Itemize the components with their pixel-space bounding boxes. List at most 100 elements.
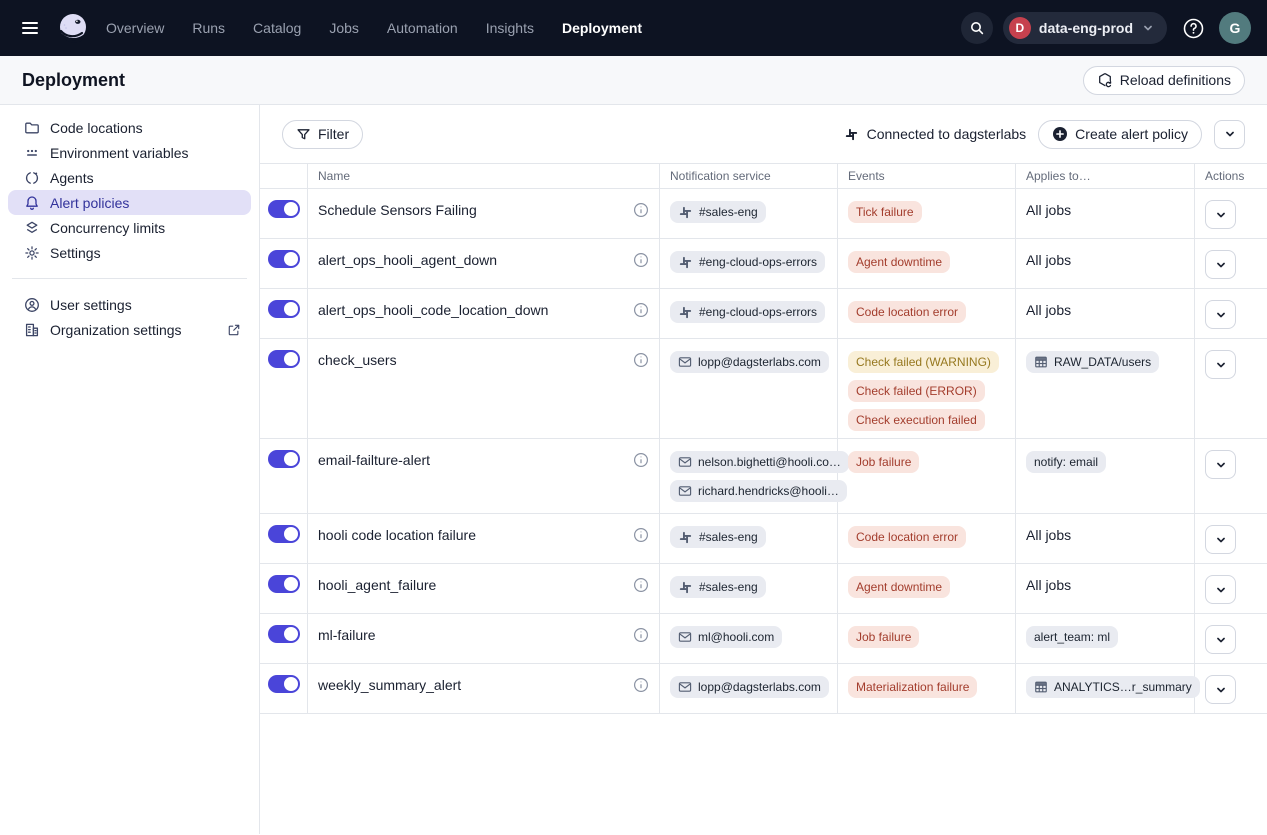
table-row: alert_ops_hooli_code_location_down #eng-… [260,289,1267,339]
info-icon[interactable] [633,527,649,543]
info-icon[interactable] [633,202,649,218]
toggle-cell [260,564,308,613]
toggle-knob [284,352,298,366]
notification-badge: nelson.bighetti@hooli.co… [670,451,849,473]
sidebar-item-alert-policies[interactable]: Alert policies [8,190,251,215]
notification-service-cell: #eng-cloud-ops-errors [660,239,838,288]
notification-service-cell: #sales-eng [660,514,838,563]
events-cell: Agent downtime [838,564,1016,613]
sidebar-item-label: User settings [50,297,132,313]
applies-to-cell: ANALYTICS…r_summary [1016,664,1195,713]
topnav-item-overview[interactable]: Overview [106,20,164,36]
filter-button[interactable]: Filter [282,120,363,149]
sidebar-item-user-settings[interactable]: User settings [8,292,251,317]
applies-to-cell: All jobs [1016,514,1195,563]
policy-enabled-toggle[interactable] [268,200,300,218]
name-cell: alert_ops_hooli_agent_down [308,239,660,288]
topnav-item-jobs[interactable]: Jobs [329,20,359,36]
applies-to-value: All jobs [1016,252,1194,268]
topnav-item-catalog[interactable]: Catalog [253,20,301,36]
user-icon [24,297,40,313]
policy-name: check_users [318,352,397,368]
notification-service-cell: ml@hooli.com [660,614,838,663]
sidebar-item-agents[interactable]: Agents [8,165,251,190]
row-actions-button[interactable] [1205,200,1236,229]
row-actions-button[interactable] [1205,350,1236,379]
table-row: Schedule Sensors Failing #sales-eng Tick… [260,189,1267,239]
deployment-switcher[interactable]: D data-eng-prod [1003,12,1167,44]
row-actions-button[interactable] [1205,300,1236,329]
reload-definitions-button[interactable]: Reload definitions [1083,66,1245,95]
row-actions-button[interactable] [1205,525,1236,554]
row-actions-button[interactable] [1205,250,1236,279]
toggle-knob [284,627,298,641]
more-options-button[interactable] [1214,120,1245,149]
slack-icon [678,305,693,320]
policy-enabled-toggle[interactable] [268,250,300,268]
policy-enabled-toggle[interactable] [268,300,300,318]
actions-cell [1195,239,1267,288]
info-icon[interactable] [633,677,649,693]
info-icon[interactable] [633,352,649,368]
notification-badge: #sales-eng [670,576,766,598]
info-icon[interactable] [633,627,649,643]
topnav-item-automation[interactable]: Automation [387,20,458,36]
chevron-down-icon [1141,21,1155,35]
slack-icon [678,205,693,220]
sidebar-item-label: Alert policies [50,195,129,211]
name-cell: weekly_summary_alert [308,664,660,713]
events-cell: Check failed (WARNING)Check failed (ERRO… [838,339,1016,438]
policy-enabled-toggle[interactable] [268,525,300,543]
actions-cell [1195,439,1267,513]
name-cell: Schedule Sensors Failing [308,189,660,238]
dagster-logo[interactable] [54,9,92,47]
column-header-applies-to-: Applies to… [1016,164,1195,188]
row-actions-button[interactable] [1205,575,1236,604]
policy-enabled-toggle[interactable] [268,450,300,468]
policy-name: weekly_summary_alert [318,677,461,693]
notification-badge: lopp@dagsterlabs.com [670,676,829,698]
notification-target: lopp@dagsterlabs.com [698,680,821,694]
hamburger-menu-icon[interactable] [16,14,44,42]
sidebar-item-settings[interactable]: Settings [8,240,251,265]
topnav-item-insights[interactable]: Insights [486,20,534,36]
events-cell: Tick failure [838,189,1016,238]
sidebar-item-code-locations[interactable]: Code locations [8,115,251,140]
applies-to-value: RAW_DATA/users [1054,355,1151,369]
info-icon[interactable] [633,302,649,318]
user-avatar[interactable]: G [1219,12,1251,44]
events-cell: Job failure [838,439,1016,513]
topnav-item-deployment[interactable]: Deployment [562,20,642,36]
policy-enabled-toggle[interactable] [268,575,300,593]
row-actions-button[interactable] [1205,450,1236,479]
page-header: Deployment Reload definitions [0,56,1267,105]
toggle-cell [260,439,308,513]
policy-name: hooli code location failure [318,527,476,543]
search-button[interactable] [961,12,993,44]
toggle-cell [260,514,308,563]
topnav-item-runs[interactable]: Runs [192,20,225,36]
policy-enabled-toggle[interactable] [268,625,300,643]
notification-badge: richard.hendricks@hooli… [670,480,847,502]
help-button[interactable] [1177,12,1209,44]
create-alert-policy-button[interactable]: Create alert policy [1038,120,1202,149]
info-icon[interactable] [633,452,649,468]
actions-cell [1195,664,1267,713]
sidebar-item-environment-variables[interactable]: Environment variables [8,140,251,165]
toggle-knob [284,452,298,466]
sidebar-item-organization-settings[interactable]: Organization settings [8,317,251,342]
slack-icon [678,255,693,270]
sidebar-item-concurrency-limits[interactable]: Concurrency limits [8,215,251,240]
policy-enabled-toggle[interactable] [268,675,300,693]
row-actions-button[interactable] [1205,675,1236,704]
policy-name: alert_ops_hooli_agent_down [318,252,497,268]
search-icon [969,20,985,36]
plus-circle-icon [1052,126,1068,142]
toggle-knob [284,252,298,266]
info-icon[interactable] [633,252,649,268]
info-icon[interactable] [633,577,649,593]
notification-service-cell: nelson.bighetti@hooli.co…richard.hendric… [660,439,838,513]
sidebar-item-label: Concurrency limits [50,220,165,236]
row-actions-button[interactable] [1205,625,1236,654]
policy-enabled-toggle[interactable] [268,350,300,368]
